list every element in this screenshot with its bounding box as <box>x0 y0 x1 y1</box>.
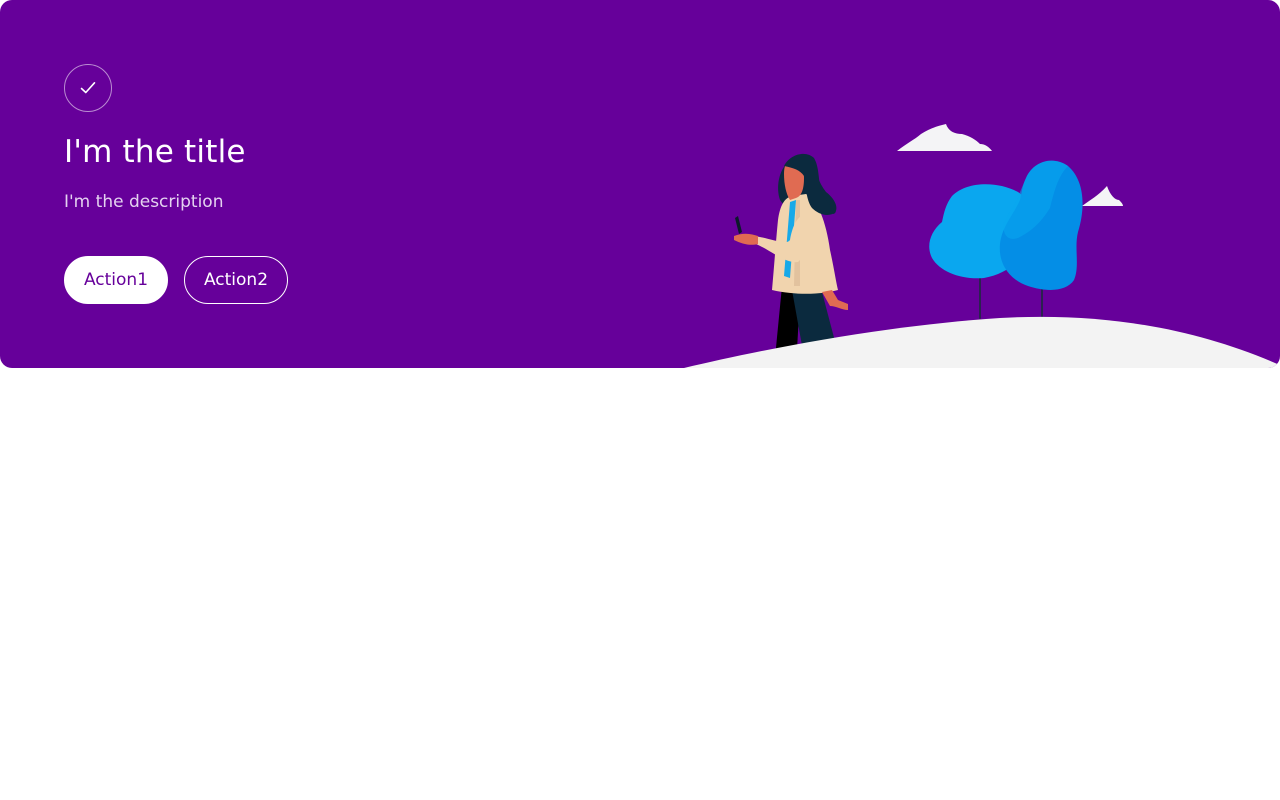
cloud-small <box>1082 186 1123 206</box>
checkmark-icon <box>80 82 96 94</box>
action1-button[interactable]: Action1 <box>64 256 168 304</box>
success-icon-circle <box>64 64 112 112</box>
cloud-large <box>897 124 992 151</box>
hill <box>684 316 1280 368</box>
action2-button[interactable]: Action2 <box>184 256 288 304</box>
hero-banner: I'm the title I'm the description Action… <box>0 0 1280 368</box>
phone <box>735 216 742 234</box>
walking-woman-illustration <box>684 124 1280 368</box>
banner-title: I'm the title <box>64 134 246 170</box>
banner-description: I'm the description <box>64 192 224 212</box>
